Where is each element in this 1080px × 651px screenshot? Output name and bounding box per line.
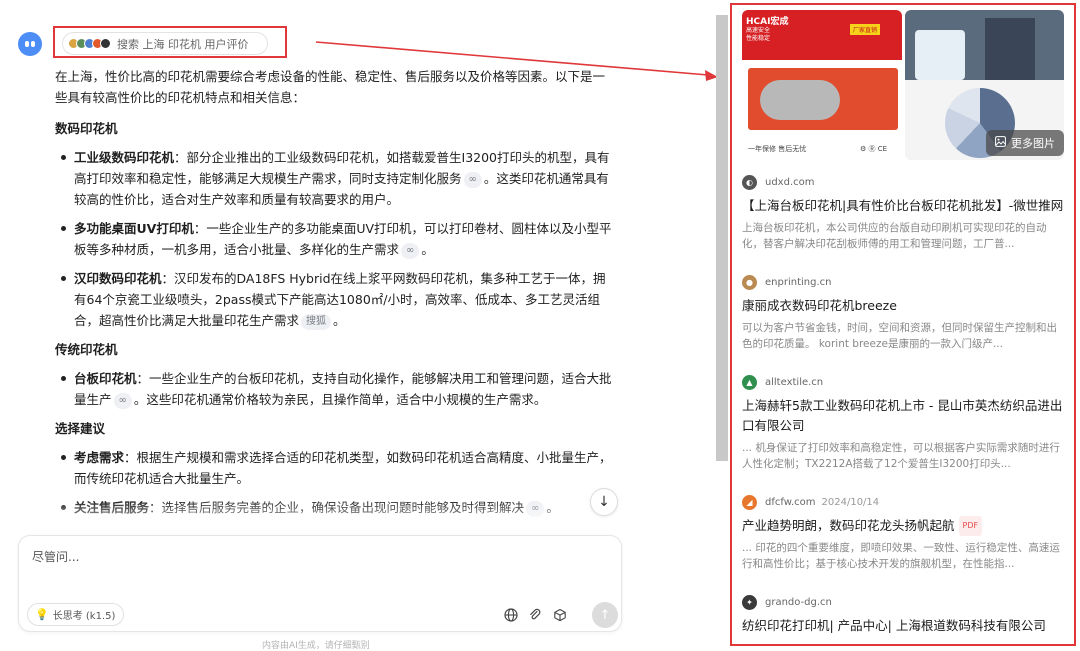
chat-composer[interactable]: 尽管问... 💡 长思考 (k1.5) ↑	[18, 535, 622, 632]
more-images-label: 更多图片	[1011, 137, 1055, 150]
result-title-link[interactable]: 纺织印花打印机| 产品中心| 上海根道数码科技有限公司	[742, 616, 1064, 636]
more-images-button[interactable]: 更多图片	[986, 130, 1064, 156]
site-favicon-icon: ●	[742, 274, 757, 290]
bullet-tail-text: 。	[421, 242, 434, 257]
bullet-item: 台板印花机：一些企业生产的台板印花机，支持自动化操作，能够解决用工和管理问题，适…	[55, 368, 615, 410]
citation-chip[interactable]: ∞	[463, 172, 482, 188]
image-results: HCAI宏成 高速安全 性能稳定 厂家直销 一年保修 售后无忧 ⚙ Ⓡ CE 更…	[742, 10, 1064, 160]
image-result-printer[interactable]: HCAI宏成 高速安全 性能稳定 厂家直销 一年保修 售后无忧 ⚙ Ⓡ CE	[742, 10, 902, 160]
result-title-link[interactable]: 【上海台板印花机|具有性价比台板印花机批发】-微世推网	[742, 196, 1064, 216]
source-result[interactable]: ✦ grando-dg.cn 纺织印花打印机| 产品中心| 上海根道数码科技有限公司	[742, 592, 1064, 636]
image-icon	[995, 136, 1006, 150]
lightbulb-icon: 💡	[35, 608, 49, 621]
result-title-text: 【上海台板印花机|具有性价比台板印花机批发】-微世推网	[742, 198, 1064, 213]
panel-scrollbar[interactable]	[716, 15, 728, 461]
section-heading: 选择建议	[55, 421, 106, 436]
bullet-item: 工业级数码印花机：部分企业推出的工业级数码印花机，如搭载爱普生I3200打印头的…	[55, 147, 615, 210]
image-result-report[interactable]: 更多图片	[905, 10, 1064, 160]
result-snippet: ... 印花的四个重要维度，即喷印效果、一致性、运行稳定性、高速运行和高性价比；…	[742, 542, 1060, 570]
bullet-text: ：根据生产规模和需求选择合适的印花机类型，如数码印花机适合高精度、小批量生产，而…	[74, 450, 612, 486]
bullet-term: 工业级数码印花机	[74, 150, 175, 165]
machine-graphic	[985, 18, 1035, 80]
long-thinking-toggle[interactable]: 💡 长思考 (k1.5)	[27, 603, 125, 626]
image-brand-text: HCAI宏成	[746, 17, 789, 27]
source-result[interactable]: ◐ udxd.com 【上海台板印花机|具有性价比台板印花机批发】-微世推网上海台板…	[742, 172, 1064, 252]
result-domain: udxd.com	[765, 176, 815, 188]
site-favicon-icon: ◢	[742, 494, 757, 510]
printer-roller-graphic	[760, 80, 840, 120]
source-result[interactable]: ▲ alltextile.cn 上海赫轩5款工业数码印花机上市 - 昆山市英杰纺织品…	[742, 372, 1064, 472]
cube-icon[interactable]	[551, 606, 569, 624]
bullet-term: 汉印数码印花机	[74, 271, 162, 286]
bullet-list: 台板印花机：一些企业生产的台板印花机，支持自动化操作，能够解决用工和管理问题，适…	[55, 368, 615, 410]
image-cert-marks: ⚙ Ⓡ CE	[860, 145, 888, 153]
bullet-tail-text: 。	[333, 313, 346, 328]
result-domain: dfcfw.com	[765, 496, 816, 508]
source-result[interactable]: ◢ dfcfw.com 2024/10/14 产业趋势明朗，数码印花龙头扬帆起航 PDF…	[742, 492, 1064, 572]
result-source: ✦ grando-dg.cn	[742, 592, 1064, 612]
arrow-down-icon: ↓	[598, 494, 610, 510]
citation-chip[interactable]: 搜狐	[301, 314, 332, 330]
result-date: 2024/10/14	[821, 496, 880, 508]
highlight-box-search	[53, 26, 287, 58]
attachment-icon[interactable]	[526, 606, 544, 624]
result-domain: enprinting.cn	[765, 276, 832, 288]
result-snippet: 可以为客户节省金钱，时间，空间和资源，但同时保留生产控制和出色的印花质量。 ko…	[742, 322, 1057, 350]
result-title-link[interactable]: 康丽成衣数码印花机breeze	[742, 296, 1064, 316]
result-title-link[interactable]: 上海赫轩5款工业数码印花机上市 - 昆山市英杰纺织品进出口有限公司	[742, 396, 1064, 436]
factory-photo	[905, 10, 1064, 80]
bullet-item: 多功能桌面UV打印机：一些企业生产的多功能桌面UV打印机，可以打印卷材、圆柱体以…	[55, 218, 615, 260]
result-title-text: 上海赫轩5款工业数码印花机上市 - 昆山市英杰纺织品进出口有限公司	[742, 398, 1063, 433]
result-source: ◐ udxd.com	[742, 172, 1064, 192]
site-favicon-icon: ◐	[742, 174, 757, 190]
citation-chip[interactable]: ∞	[401, 243, 420, 259]
bullet-list: 工业级数码印花机：部分企业推出的工业级数码印花机，如搭载爱普生I3200打印头的…	[55, 147, 615, 331]
citation-chip[interactable]: ∞	[113, 393, 132, 409]
image-tag: 厂家直销	[850, 24, 881, 35]
source-results-list: ◐ udxd.com 【上海台板印花机|具有性价比台板印花机批发】-微世推网上海台板…	[742, 172, 1064, 651]
section-heading: 数码印花机	[55, 121, 118, 136]
content-fade	[40, 500, 630, 540]
source-result[interactable]: ● enprinting.cn 康丽成衣数码印花机breeze 可以为客户节省金钱，时…	[742, 272, 1064, 352]
bullet-term: 多功能桌面UV打印机	[74, 221, 194, 236]
ai-disclaimer: 内容由AI生成，请仔细甄别	[262, 641, 370, 651]
image-footer-text: 一年保修 售后无忧	[748, 145, 807, 153]
result-source: ▲ alltextile.cn	[742, 372, 1064, 392]
fabric-roll-graphic	[915, 30, 965, 80]
bullet-tail-text: 。这些印花机通常价格较为亲民，且操作简单，适合中小规模的生产需求。	[133, 392, 547, 407]
globe-icon[interactable]	[502, 606, 520, 624]
assistant-avatar	[18, 32, 42, 56]
long-thinking-label: 长思考 (k1.5)	[52, 611, 116, 622]
result-snippet: ... 机身保证了打印效率和高稳定性，可以根据客户实际需求随时进行人性化定制；T…	[742, 442, 1060, 470]
site-favicon-icon: ▲	[742, 374, 757, 390]
result-source: ● enprinting.cn	[742, 272, 1064, 292]
bullet-item: 考虑需求：根据生产规模和需求选择合适的印花机类型，如数码印花机适合高精度、小批量…	[55, 447, 615, 489]
result-snippet: 上海台板印花机，本公司供应的台版自动印刷机可实现印花的自动化，替客户解决印花刮板…	[742, 222, 1047, 250]
image-sub-text: 高速安全 性能稳定	[746, 27, 771, 42]
answer-intro: 在上海，性价比高的印花机需要综合考虑设备的性能、稳定性、售后服务以及价格等因素。…	[55, 69, 606, 105]
result-source: ◢ dfcfw.com 2024/10/14	[742, 492, 1064, 512]
avatar-eye-left	[25, 41, 29, 47]
result-domain: grando-dg.cn	[765, 596, 832, 608]
arrow-up-icon: ↑	[599, 607, 611, 623]
section-heading: 传统印花机	[55, 342, 118, 357]
result-title-text: 纺织印花打印机| 产品中心| 上海根道数码科技有限公司	[742, 618, 1046, 633]
bullet-term: 台板印花机	[74, 371, 137, 386]
answer-body: 在上海，性价比高的印花机需要综合考虑设备的性能、稳定性、售后服务以及价格等因素。…	[55, 66, 615, 526]
scroll-down-button[interactable]: ↓	[590, 488, 618, 516]
result-title-text: 产业趋势明朗，数码印花龙头扬帆起航	[742, 518, 955, 533]
result-domain: alltextile.cn	[765, 376, 824, 388]
pdf-badge: PDF	[958, 516, 983, 536]
result-title-link[interactable]: 产业趋势明朗，数码印花龙头扬帆起航 PDF	[742, 516, 1064, 536]
site-favicon-icon: ✦	[742, 594, 757, 610]
composer-input[interactable]: 尽管问...	[32, 548, 79, 565]
send-button[interactable]: ↑	[592, 602, 618, 628]
result-title-text: 康丽成衣数码印花机breeze	[742, 298, 897, 313]
bullet-item: 汉印数码印花机：汉印发布的DA18FS Hybrid在线上浆平网数码印花机，集多…	[55, 268, 615, 331]
avatar-eye-right	[31, 41, 35, 47]
bullet-term: 考虑需求	[74, 450, 125, 465]
